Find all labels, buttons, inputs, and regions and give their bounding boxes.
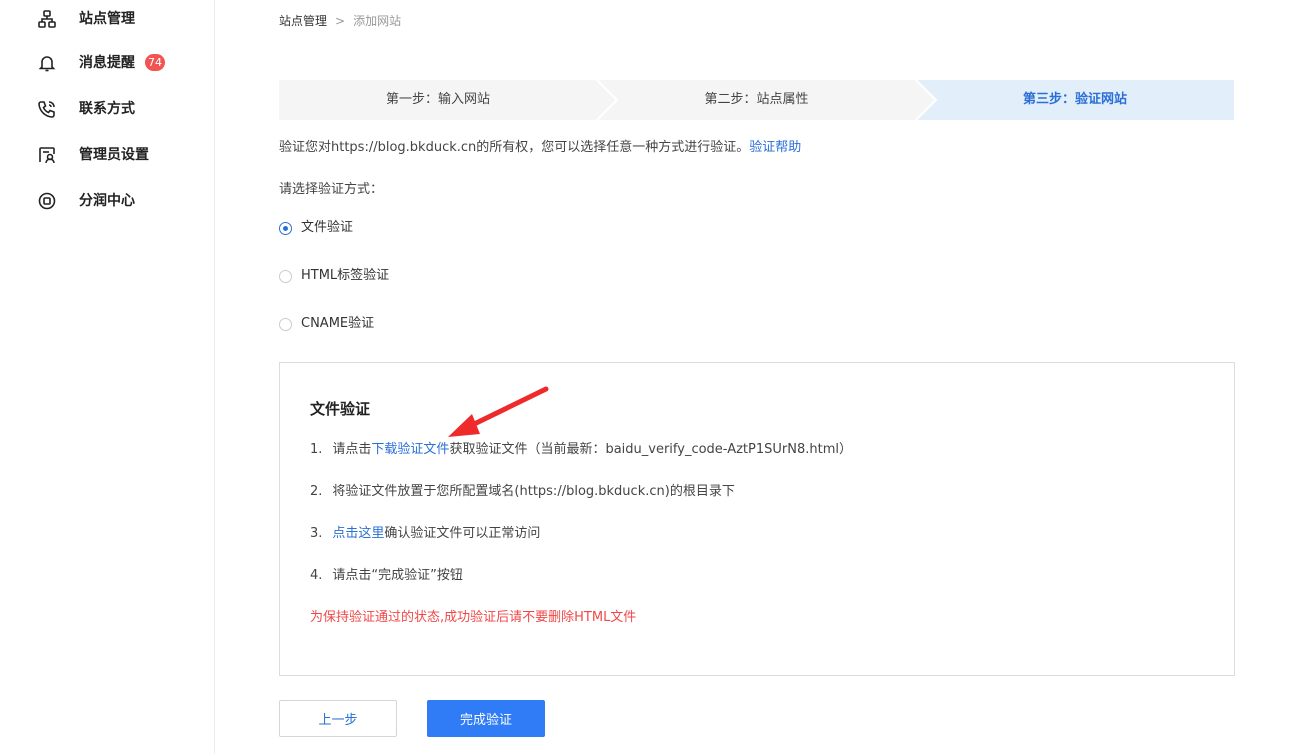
breadcrumb-current: 添加网站 xyxy=(353,14,402,28)
step-1-label: 第一步：输入网站 xyxy=(385,92,490,107)
radio-button[interactable] xyxy=(279,269,292,283)
warning-text: 为保持验证通过的状态,成功验证后请不要删除HTML文件 xyxy=(310,610,637,625)
sidebar-item-label: 联系方式 xyxy=(79,101,135,117)
description-text: 验证您对https://blog.bkduck.cn的所有权，您可以选择任意一种… xyxy=(279,140,750,155)
step-number: 3. xyxy=(310,526,323,541)
radio-button[interactable] xyxy=(279,317,292,331)
profit-share-icon xyxy=(37,191,57,211)
radio-label: CNAME验证 xyxy=(301,316,375,331)
step-suffix: 获取验证文件（当前最新：baidu_verify_code-AztP1SUrN8… xyxy=(449,442,852,457)
sidebar-item-label: 站点管理 xyxy=(79,11,135,27)
radio-button-checked[interactable] xyxy=(279,221,292,235)
phone-icon xyxy=(37,99,57,119)
instruction-step-1: 1. 请点击下载验证文件获取验证文件（当前最新：baidu_verify_code… xyxy=(310,441,852,459)
sidebar-item-label: 消息提醒 xyxy=(79,55,135,71)
panel-title: 文件验证 xyxy=(310,400,371,418)
step-3-label: 第三步：验证网站 xyxy=(1022,92,1127,107)
sidebar: 站点管理 消息提醒 74 联系方式 管理员设置 分润中心 xyxy=(0,0,215,754)
sidebar-item-label: 分润中心 xyxy=(79,193,135,209)
breadcrumb-separator: > xyxy=(335,14,346,28)
step-progress-bar: 第一步：输入网站 第二步：站点属性 第三步：验证网站 xyxy=(279,80,1234,120)
sidebar-item-label: 管理员设置 xyxy=(79,147,149,163)
page: 站点管理 消息提醒 74 联系方式 管理员设置 分润中心 站点管理 > 添加网站… xyxy=(0,0,1292,754)
radio-file-verification[interactable]: 文件验证 xyxy=(279,218,353,238)
method-label: 请选择验证方式： xyxy=(279,182,384,197)
complete-verification-button[interactable]: 完成验证 xyxy=(427,700,545,737)
sitemap-icon xyxy=(37,9,57,29)
instruction-step-4: 4. 请点击“完成验证”按钮 xyxy=(310,567,463,585)
step-number: 2. xyxy=(310,484,323,499)
sidebar-item-profit-share[interactable]: 分润中心 xyxy=(0,182,214,222)
step-number: 4. xyxy=(310,568,323,583)
verification-description: 验证您对https://blog.bkduck.cn的所有权，您可以选择任意一种… xyxy=(279,139,801,157)
breadcrumb: 站点管理 > 添加网站 xyxy=(279,13,401,29)
radio-cname-verification[interactable]: CNAME验证 xyxy=(279,314,374,334)
instruction-step-3: 3. 点击这里确认验证文件可以正常访问 xyxy=(310,525,540,543)
admin-settings-icon xyxy=(37,145,57,165)
step-text: 将验证文件放置于您所配置域名(https://blog.bkduck.cn)的根… xyxy=(332,484,735,499)
step-2-label: 第二步：站点属性 xyxy=(704,92,809,107)
breadcrumb-root-link[interactable]: 站点管理 xyxy=(279,13,327,29)
step-text: 请点击“完成验证”按钮 xyxy=(332,568,463,583)
bell-icon xyxy=(37,53,57,73)
download-verification-file-link[interactable]: 下载验证文件 xyxy=(371,442,449,457)
sidebar-item-site-management[interactable]: 站点管理 xyxy=(0,0,214,40)
file-verification-panel: 文件验证 1. 请点击下载验证文件获取验证文件（当前最新：baidu_verify… xyxy=(279,362,1235,676)
previous-step-button[interactable]: 上一步 xyxy=(279,700,397,737)
sidebar-item-notifications[interactable]: 消息提醒 74 xyxy=(0,44,214,84)
instruction-step-2: 2. 将验证文件放置于您所配置域名(https://blog.bkduck.cn)… xyxy=(310,483,735,501)
step-prefix: 请点击 xyxy=(332,442,372,457)
radio-label: 文件验证 xyxy=(301,220,354,235)
annotation-arrow-icon xyxy=(448,386,549,437)
step-suffix: 确认验证文件可以正常访问 xyxy=(384,526,541,541)
notification-count-badge: 74 xyxy=(145,54,165,71)
radio-label: HTML标签验证 xyxy=(301,268,390,283)
verification-help-link[interactable]: 验证帮助 xyxy=(749,140,801,155)
sidebar-item-admin-settings[interactable]: 管理员设置 xyxy=(0,136,214,176)
step-number: 1. xyxy=(310,442,323,457)
click-here-link[interactable]: 点击这里 xyxy=(332,526,384,541)
radio-html-tag-verification[interactable]: HTML标签验证 xyxy=(279,266,389,286)
sidebar-item-contact[interactable]: 联系方式 xyxy=(0,90,214,130)
